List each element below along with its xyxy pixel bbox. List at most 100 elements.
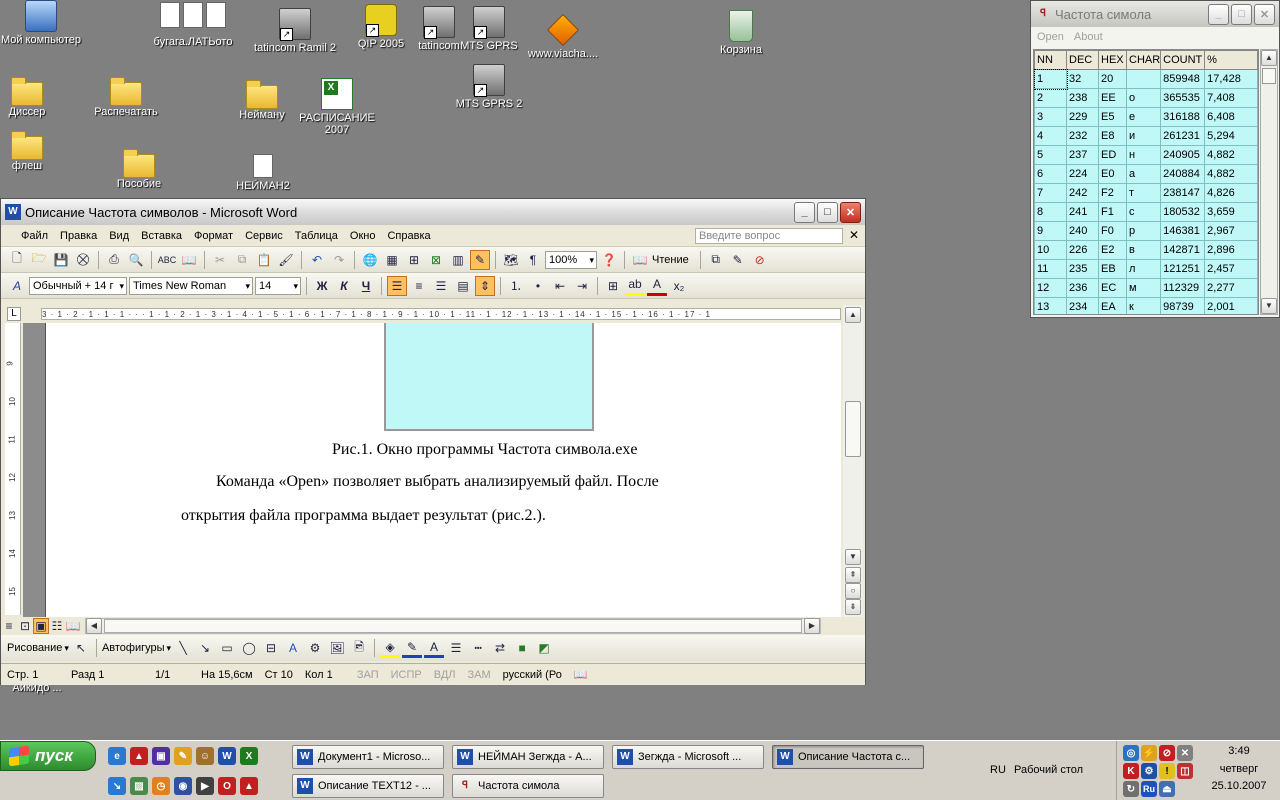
table-row[interactable]: 2 238 EE о 365535 7,408 bbox=[1034, 88, 1258, 108]
reading-view-icon[interactable]: 📖 bbox=[65, 616, 81, 636]
table-cell[interactable]: 2 bbox=[1034, 88, 1067, 108]
table-cell[interactable]: 232 bbox=[1066, 126, 1099, 146]
media-icon[interactable]: ▶ bbox=[196, 777, 214, 795]
close-button[interactable]: ✕ bbox=[840, 201, 861, 223]
task-zegzhda[interactable]: W Зегжда - Microsoft ... bbox=[612, 745, 764, 769]
table-cell[interactable]: е bbox=[1125, 107, 1162, 127]
table-cell[interactable]: в bbox=[1125, 240, 1162, 260]
tool-icon[interactable]: ↘ bbox=[108, 777, 126, 795]
redo-icon[interactable]: ↷ bbox=[329, 250, 349, 270]
menu-window[interactable]: Окно bbox=[344, 230, 382, 242]
internet-explorer-icon[interactable]: e bbox=[108, 747, 126, 765]
desktop-icon-posobie[interactable]: Пособие bbox=[98, 148, 180, 190]
bullets-icon[interactable]: • bbox=[528, 276, 548, 296]
shadow-icon[interactable]: ■ bbox=[512, 638, 532, 658]
select-browse-object-button[interactable]: ○ bbox=[845, 583, 861, 599]
desktop-icon-tatincom-ramil2[interactable]: tatincom Ramil 2 bbox=[254, 8, 336, 54]
toolbar-extra-icon[interactable]: ⧉ bbox=[706, 250, 726, 270]
warning-icon[interactable]: ! bbox=[1159, 763, 1175, 779]
arrow-style-icon[interactable]: ⇄ bbox=[490, 638, 510, 658]
align-right-icon[interactable]: ☰ bbox=[431, 276, 451, 296]
autoshapes-menu[interactable]: Автофигуры bbox=[102, 642, 165, 654]
word-window[interactable]: W Описание Частота символов - Microsoft … bbox=[0, 198, 866, 685]
diagram-icon[interactable]: ⚙ bbox=[305, 638, 325, 658]
table-cell[interactable]: 2,967 bbox=[1204, 221, 1258, 241]
permission-icon[interactable]: ⛒ bbox=[73, 250, 93, 270]
col-header-nn[interactable]: NN bbox=[1034, 50, 1067, 70]
oval-icon[interactable]: ◯ bbox=[239, 638, 259, 658]
read-icon[interactable]: 📖 bbox=[630, 250, 650, 270]
table-cell[interactable]: 5,294 bbox=[1204, 126, 1258, 146]
table-row[interactable]: 1 32 20 859948 17,428 bbox=[1034, 68, 1258, 90]
menu-help[interactable]: Справка bbox=[381, 230, 436, 242]
table-cell[interactable]: 12 bbox=[1034, 278, 1067, 298]
frequency-grid[interactable]: NN DEC HEX CHAR COUNT % 1 32 20 859948 17,42… bbox=[1033, 49, 1259, 315]
show-hide-icon[interactable]: ¶ bbox=[523, 250, 543, 270]
scroll-up-button[interactable]: ▲ bbox=[1261, 50, 1277, 66]
language-indicator[interactable]: RU bbox=[990, 764, 1006, 776]
table-cell[interactable]: 6 bbox=[1034, 164, 1067, 184]
document-map-icon[interactable]: 🗺 bbox=[501, 250, 521, 270]
audio-icon[interactable]: ◫ bbox=[1177, 763, 1193, 779]
table-row[interactable]: 12 236 EC м 112329 2,277 bbox=[1034, 278, 1258, 298]
acrobat-icon[interactable]: ▲ bbox=[240, 777, 258, 795]
styles-icon[interactable]: A bbox=[7, 276, 27, 296]
spelling-status-icon[interactable]: 📖 bbox=[568, 668, 594, 681]
task-neyman[interactable]: W НЕЙМАН Зегжда - А... bbox=[452, 745, 604, 769]
table-cell[interactable]: 237 bbox=[1066, 145, 1099, 165]
table-cell[interactable]: 241 bbox=[1066, 202, 1099, 222]
table-cell[interactable]: 3,659 bbox=[1204, 202, 1258, 222]
previous-page-button[interactable]: ⇞ bbox=[845, 567, 861, 583]
drawing-icon[interactable]: ✎ bbox=[470, 249, 490, 270]
task-opisanie-text12[interactable]: W Описание TEXT12 - ... bbox=[292, 774, 444, 798]
tab-selector-icon[interactable]: L bbox=[7, 307, 21, 321]
desktop-icon-raspisanie[interactable]: РАСПИСАНИЕ 2007 bbox=[296, 78, 378, 136]
table-cell[interactable]: 121251 bbox=[1160, 259, 1206, 279]
table-cell[interactable]: 8 bbox=[1034, 202, 1067, 222]
desktop-icon-neymanu[interactable]: Нейману bbox=[221, 79, 303, 121]
reject-icon[interactable]: ⊘ bbox=[750, 250, 770, 270]
status-rec[interactable]: ЗАП bbox=[351, 669, 385, 681]
table-cell[interactable]: 4 bbox=[1034, 126, 1067, 146]
usb-icon[interactable]: ⏏ bbox=[1159, 781, 1175, 797]
table-cell[interactable]: E2 bbox=[1098, 240, 1127, 260]
blocked-icon[interactable]: ⊘ bbox=[1159, 745, 1175, 761]
menu-table[interactable]: Таблица bbox=[289, 230, 344, 242]
acrobat-icon[interactable]: ▲ bbox=[130, 747, 148, 765]
table-cell[interactable]: 224 bbox=[1066, 164, 1099, 184]
scroll-left-button[interactable]: ◀ bbox=[86, 618, 102, 634]
table-cell[interactable]: 146381 bbox=[1160, 221, 1206, 241]
table-row[interactable]: 9 240 F0 р 146381 2,967 bbox=[1034, 221, 1258, 241]
table-row[interactable]: 13 234 EA к 98739 2,001 bbox=[1034, 297, 1258, 314]
table-cell[interactable]: 2,001 bbox=[1204, 297, 1258, 314]
table-cell[interactable]: 226 bbox=[1066, 240, 1099, 260]
copy-icon[interactable]: ⧉ bbox=[232, 250, 252, 270]
table-cell[interactable]: 229 bbox=[1066, 107, 1099, 127]
insert-excel-icon[interactable]: ⊠ bbox=[426, 250, 446, 270]
align-left-icon[interactable]: ☰ bbox=[387, 275, 407, 296]
table-cell[interactable]: 7 bbox=[1034, 183, 1067, 203]
print-preview-icon[interactable]: 🔍 bbox=[126, 250, 146, 270]
research-icon[interactable]: 📖 bbox=[179, 250, 199, 270]
status-ovr[interactable]: ЗАМ bbox=[462, 669, 497, 681]
table-cell[interactable]: н bbox=[1125, 145, 1162, 165]
table-cell[interactable]: EA bbox=[1098, 297, 1127, 314]
table-cell[interactable]: т bbox=[1125, 183, 1162, 203]
table-cell[interactable]: 2,457 bbox=[1204, 259, 1258, 279]
document-page[interactable]: Рис.1. Окно программы Частота символа.ex… bbox=[45, 323, 841, 617]
table-cell[interactable]: о bbox=[1125, 88, 1162, 108]
table-cell[interactable]: л bbox=[1125, 259, 1162, 279]
col-header-count[interactable]: COUNT bbox=[1160, 50, 1206, 70]
close-button[interactable]: ✕ bbox=[1254, 3, 1275, 25]
word-icon[interactable]: W bbox=[218, 747, 236, 765]
update-icon[interactable]: ↻ bbox=[1123, 781, 1139, 797]
desktop-toolbar-label[interactable]: Рабочий стол bbox=[1014, 764, 1083, 776]
keyboard-layout-icon[interactable]: Ru bbox=[1141, 781, 1157, 797]
grid-scrollbar[interactable]: ▲ ▼ bbox=[1260, 49, 1278, 315]
desktop-icon-recycle-bin[interactable]: Корзина bbox=[700, 10, 782, 56]
table-cell[interactable]: ED bbox=[1098, 145, 1127, 165]
table-cell[interactable]: 9 bbox=[1034, 221, 1067, 241]
table-cell[interactable]: 3 bbox=[1034, 107, 1067, 127]
table-cell[interactable]: E0 bbox=[1098, 164, 1127, 184]
table-cell[interactable]: EC bbox=[1098, 278, 1127, 298]
